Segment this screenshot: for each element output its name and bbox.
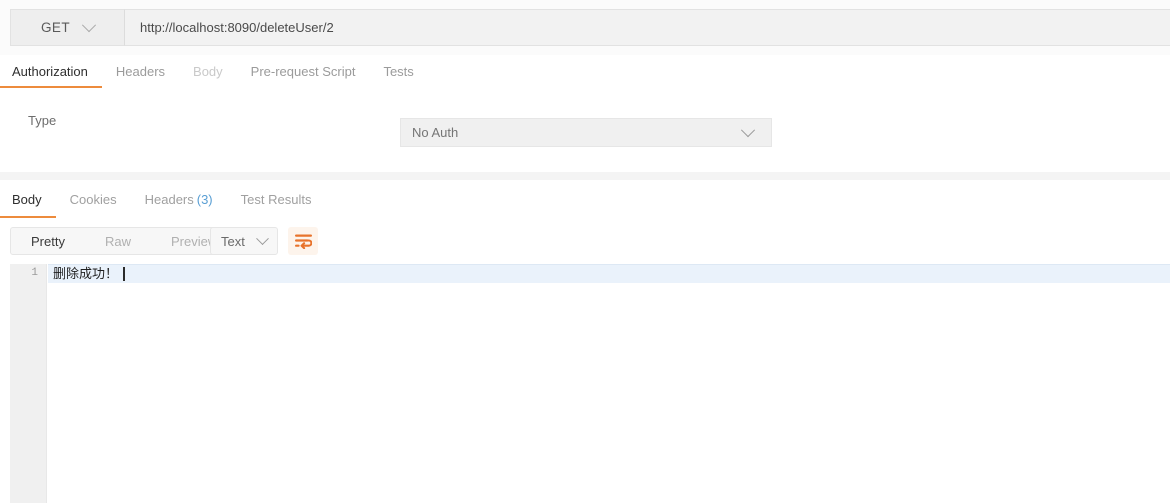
response-tab-test-results-label: Test Results (240, 192, 312, 207)
auth-type-label: Type (28, 113, 57, 128)
response-tab-cookies-label: Cookies (69, 192, 117, 207)
response-body-editor[interactable]: 1 删除成功！ (0, 264, 1170, 503)
request-tabs: Authorization Headers Body Pre-request S… (0, 55, 1170, 89)
request-url-input[interactable]: http://localhost:8090/deleteUser/2 (125, 9, 1170, 46)
headers-count-badge: (3) (196, 192, 213, 207)
http-method-dropdown[interactable]: GET (10, 9, 125, 46)
tab-pre-request-script[interactable]: Pre-request Script (237, 55, 370, 88)
word-wrap-icon (294, 234, 312, 249)
response-tab-body-label: Body (12, 192, 42, 207)
line-number: 1 (31, 267, 38, 279)
response-tabs: Body Cookies Headers (3) Test Results (0, 180, 1170, 219)
http-method-label: GET (41, 20, 70, 35)
tab-headers[interactable]: Headers (102, 55, 179, 88)
authorization-pane: Type No Auth (0, 88, 1170, 173)
tab-tests[interactable]: Tests (369, 55, 427, 88)
tab-authorization[interactable]: Authorization (0, 55, 102, 89)
word-wrap-button[interactable] (288, 227, 318, 255)
chevron-down-icon (256, 231, 269, 245)
response-format-dropdown[interactable]: Text (210, 227, 278, 255)
response-tab-body[interactable]: Body (0, 181, 56, 219)
request-url-bar: GET http://localhost:8090/deleteUser/2 (0, 0, 1170, 55)
response-tab-headers-label: Headers (144, 192, 194, 207)
active-line-highlight (48, 264, 1170, 283)
response-tab-test-results[interactable]: Test Results (227, 181, 326, 218)
response-body-text: 删除成功！ (53, 266, 119, 281)
tab-body[interactable]: Body (179, 55, 237, 88)
response-body-toolbar: Pretty Raw Preview Text (0, 218, 1170, 264)
response-tab-headers[interactable]: Headers (3) (131, 181, 227, 218)
view-mode-pretty[interactable]: Pretty (11, 228, 85, 254)
url-bar-group: GET http://localhost:8090/deleteUser/2 (10, 9, 1170, 46)
view-mode-raw[interactable]: Raw (85, 228, 151, 254)
chevron-down-icon (740, 122, 756, 137)
editor-gutter: 1 (10, 264, 47, 503)
auth-type-dropdown[interactable]: No Auth (400, 118, 772, 147)
auth-type-value: No Auth (412, 125, 459, 140)
view-mode-group: Pretty Raw Preview (10, 227, 239, 255)
request-url-text: http://localhost:8090/deleteUser/2 (140, 20, 334, 35)
response-tab-cookies[interactable]: Cookies (56, 181, 131, 218)
response-body-line: 删除成功！ (53, 266, 126, 282)
response-format-value: Text (221, 233, 245, 249)
chevron-down-icon (81, 17, 97, 32)
text-caret (123, 267, 126, 281)
